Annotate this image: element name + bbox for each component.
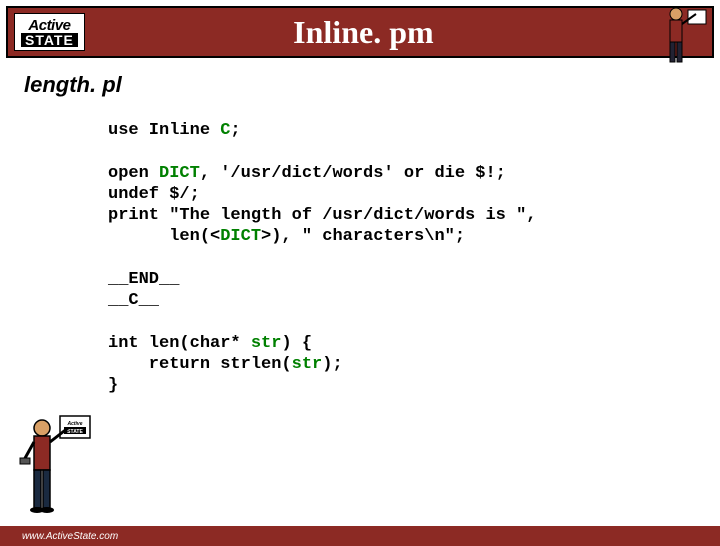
code-line: } [108,376,118,395]
code-line: __C__ [108,291,159,310]
activestate-logo: Active STATE [14,13,85,51]
header-bar: Active STATE Inline. pm [6,6,714,58]
code-line: open DICT, '/usr/dict/words' or die $!; [108,164,506,183]
logo-bottom: STATE [21,33,78,47]
code-line: use Inline C; [108,121,241,140]
svg-text:STATE: STATE [67,429,83,435]
painter-figure-icon: Active STATE [12,410,102,520]
slide-subtitle: length. pl [24,72,720,98]
code-line: __END__ [108,270,179,289]
page-title: Inline. pm [85,14,712,51]
painter-figure-icon [646,0,716,70]
code-line: print "The length of /usr/dict/words is … [108,206,536,225]
code-block: use Inline C; open DICT, '/usr/dict/word… [108,120,720,396]
svg-text:Active: Active [66,421,82,427]
logo-top: Active [28,18,70,33]
code-line: undef $/; [108,185,200,204]
code-line: int len(char* str) { [108,334,312,353]
code-line: return strlen(str); [108,355,343,374]
footer-bar: www.ActiveState.com [0,526,720,546]
code-line: len(<DICT>), " characters\n"; [108,227,465,246]
